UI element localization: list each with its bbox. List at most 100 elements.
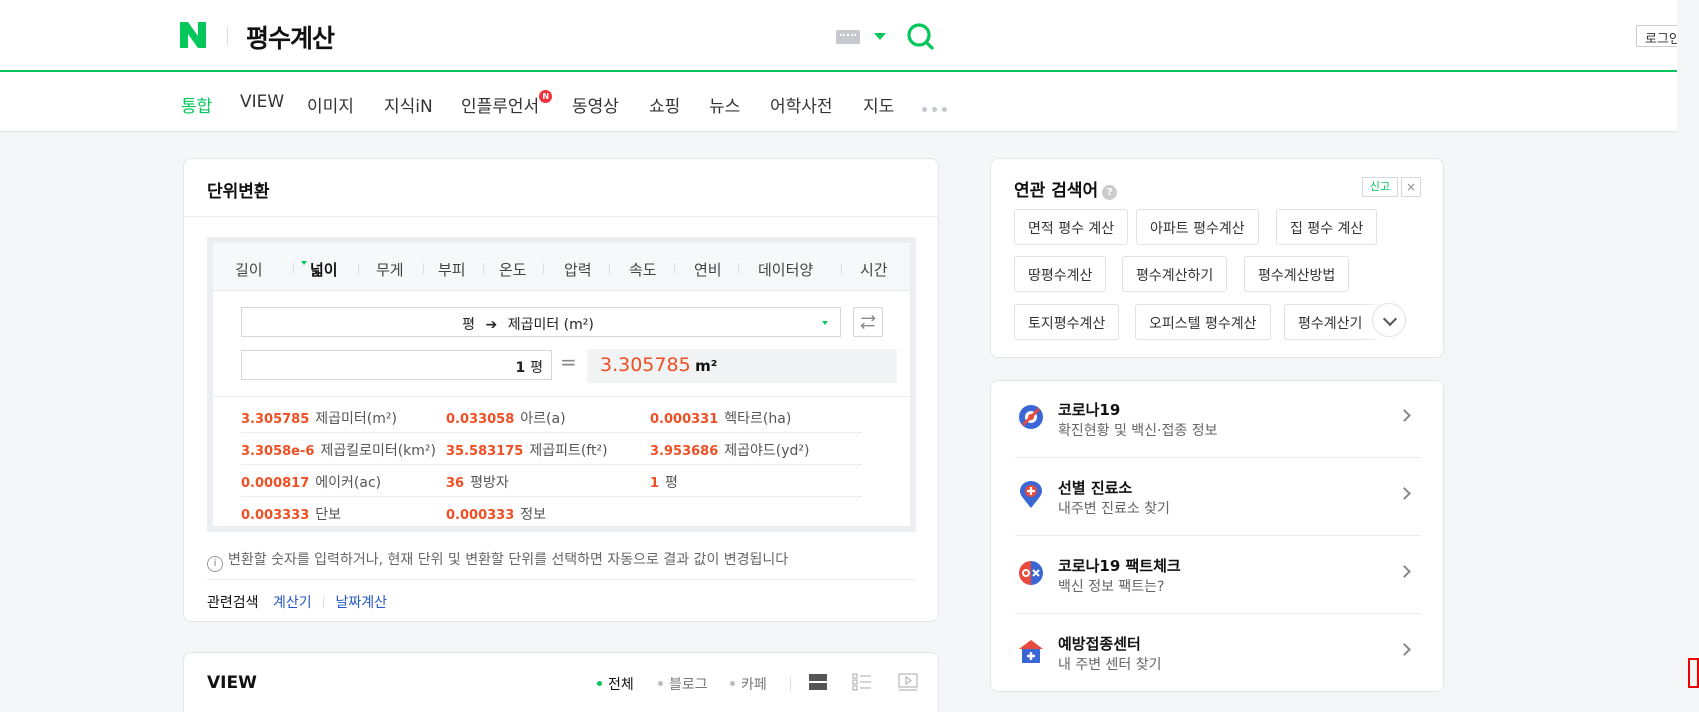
autocomplete-dropdown-icon[interactable] — [874, 33, 886, 40]
tab-video[interactable]: 동영상 — [572, 92, 619, 117]
related-link-calculator[interactable]: 계산기 — [273, 595, 312, 611]
keyboard-icon[interactable] — [836, 30, 860, 44]
unit-tab-pressure[interactable]: 압력 — [564, 259, 592, 280]
tab-divider — [674, 263, 675, 274]
related-chip[interactable]: 땅평수계산 — [1014, 256, 1107, 292]
tab-divider — [609, 263, 610, 274]
related-link-date-calc[interactable]: 날짜계산 — [336, 595, 388, 611]
covid-item-desc: 확진현황 및 백신·접종 정보 — [1058, 423, 1218, 439]
result-row[interactable]: 0.003333 단보 — [241, 497, 453, 529]
result-row-unit: 제곱킬로미터(km²) — [320, 443, 436, 459]
result-row[interactable]: 0.000333 정보 — [446, 497, 658, 529]
tab-kin[interactable]: 지식iN — [384, 92, 433, 117]
tab-dictionary[interactable]: 어학사전 — [770, 92, 833, 117]
covid-item[interactable]: 코로나19 팩트체크 백신 정보 팩트는? — [1015, 537, 1421, 614]
unit-select-dropdown[interactable]: 평 ➔ 제곱미터 (m²) — [241, 307, 841, 337]
naver-logo-icon[interactable] — [180, 22, 206, 48]
view-filter-all[interactable]: 전체 — [597, 674, 634, 694]
result-row-value: 0.000817 — [241, 476, 310, 491]
video-view-icon[interactable] — [898, 673, 918, 691]
result-row[interactable]: 0.000817 에이커(ac) — [241, 465, 453, 497]
result-display: 3.305785 m² — [587, 349, 897, 383]
scroll-indicator[interactable] — [1688, 658, 1699, 688]
result-row-value: 3.953686 — [650, 444, 719, 459]
new-badge-icon: N — [539, 90, 553, 103]
covid-item[interactable]: 예방접종센터 내 주변 센터 찾기 — [1015, 615, 1421, 692]
equals-sign: = — [560, 350, 577, 374]
unit-tab-temperature[interactable]: 온도 — [499, 259, 527, 280]
view-title: VIEW — [207, 673, 257, 693]
covid-virus-icon — [1019, 405, 1043, 429]
close-icon[interactable]: × — [1401, 177, 1421, 197]
tab-divider — [543, 263, 544, 274]
login-button[interactable]: 로그인 — [1636, 25, 1677, 47]
result-row-value: 36 — [446, 476, 465, 491]
covid-item-name: 선별 진료소 — [1058, 479, 1133, 497]
unit-tab-speed[interactable]: 속도 — [629, 259, 657, 280]
result-row[interactable]: 3.953686 제곱야드(yd²) — [650, 433, 862, 465]
thumbnail-view-icon[interactable] — [852, 673, 872, 691]
unit-tab-area[interactable]: 넓이 — [301, 259, 338, 280]
tab-news[interactable]: 뉴스 — [709, 92, 740, 117]
related-chip[interactable]: 아파트 평수계산 — [1136, 209, 1259, 245]
unit-converter-panel: 단위변환 길이 넓이 무게 부피 온도 압력 속도 연비 데이터양 시간 평 ➔… — [183, 158, 939, 622]
list-view-icon[interactable] — [808, 673, 828, 691]
more-tabs-icon[interactable] — [922, 100, 952, 116]
result-row-value: 0.033058 — [446, 412, 515, 427]
unit-tab-volume[interactable]: 부피 — [438, 259, 466, 280]
result-row[interactable]: 3.3058e-6 제곱킬로미터(km²) — [241, 433, 453, 465]
covid-item[interactable]: 선별 진료소 내주변 진료소 찾기 — [1015, 459, 1421, 536]
converter-title: 단위변환 — [207, 182, 270, 202]
tab-shopping[interactable]: 쇼핑 — [649, 92, 680, 117]
result-row[interactable]: 3.305785 제곱미터(m²) — [241, 401, 453, 433]
view-filter-blog[interactable]: 블로그 — [658, 674, 708, 694]
result-row[interactable]: 1평 — [650, 465, 862, 497]
search-icon[interactable] — [906, 22, 934, 50]
report-button[interactable]: 신고 — [1362, 177, 1398, 197]
unit-tab-data[interactable]: 데이터양 — [758, 259, 813, 280]
tab-view[interactable]: VIEW — [240, 92, 284, 112]
result-row[interactable]: 35.583175 제곱피트(ft²) — [446, 433, 658, 465]
related-chips: 면적 평수 계산 아파트 평수계산 집 평수 계산 땅평수계산 평수계산하기 평… — [1014, 209, 1424, 349]
swap-units-icon[interactable] — [853, 307, 883, 337]
clinic-pin-icon — [1020, 481, 1042, 508]
unit-category-tabs: 길이 넓이 무게 부피 온도 압력 속도 연비 데이터양 시간 — [213, 243, 910, 291]
result-row-value: 0.000331 — [650, 412, 719, 427]
related-chip[interactable]: 오피스텔 평수계산 — [1135, 304, 1271, 340]
result-row-unit: 정보 — [520, 507, 547, 523]
chevron-right-icon — [1398, 487, 1411, 500]
converter-inner: 길이 넓이 무게 부피 온도 압력 속도 연비 데이터양 시간 평 ➔ 제곱미터… — [213, 243, 910, 526]
covid-item-name: 코로나19 팩트체크 — [1058, 557, 1181, 575]
result-row[interactable]: 0.033058 아르(a) — [446, 401, 658, 433]
related-chip[interactable]: 집 평수 계산 — [1276, 209, 1378, 245]
related-chip[interactable]: 평수계산하기 — [1122, 256, 1228, 292]
related-chip[interactable]: 평수계산방법 — [1244, 256, 1350, 292]
result-row-value: 35.583175 — [446, 444, 524, 459]
tab-image[interactable]: 이미지 — [307, 92, 354, 117]
factcheck-ox-icon — [1019, 561, 1043, 585]
tab-divider — [358, 263, 359, 274]
tab-map[interactable]: 지도 — [863, 92, 894, 117]
view-filter-cafe[interactable]: 카페 — [730, 674, 767, 694]
search-query-text[interactable]: 평수계산 — [246, 19, 335, 55]
expand-chevron-down-icon[interactable] — [1372, 303, 1406, 337]
unit-tab-weight[interactable]: 무게 — [376, 259, 404, 280]
arrow-right-icon: ➔ — [485, 317, 498, 333]
tab-influencer[interactable]: 인플루언서 N — [461, 90, 553, 117]
related-chip[interactable]: 면적 평수 계산 — [1014, 209, 1129, 245]
value-input[interactable]: 1 평 — [241, 350, 552, 380]
tab-integrated[interactable]: 통합 — [181, 92, 212, 117]
unit-tab-time[interactable]: 시간 — [860, 259, 888, 280]
unit-tab-fuel[interactable]: 연비 — [694, 259, 722, 280]
covid-info-panel: 코로나19 확진현황 및 백신·접종 정보 선별 진료소 내주변 진료소 찾기 … — [990, 380, 1444, 692]
result-row-unit: 헥타르(ha) — [724, 411, 792, 427]
result-unit: m² — [695, 357, 718, 375]
help-icon[interactable]: ? — [1102, 185, 1118, 200]
related-chip[interactable]: 토지평수계산 — [1014, 304, 1120, 340]
result-row-unit: 평방자 — [470, 475, 509, 491]
result-row[interactable]: 0.000331 헥타르(ha) — [650, 401, 862, 433]
unit-tab-length[interactable]: 길이 — [235, 259, 263, 280]
result-row[interactable]: 36 평방자 — [446, 465, 658, 497]
result-row-unit: 제곱피트(ft²) — [529, 443, 608, 459]
covid-item[interactable]: 코로나19 확진현황 및 백신·접종 정보 — [1015, 381, 1421, 458]
